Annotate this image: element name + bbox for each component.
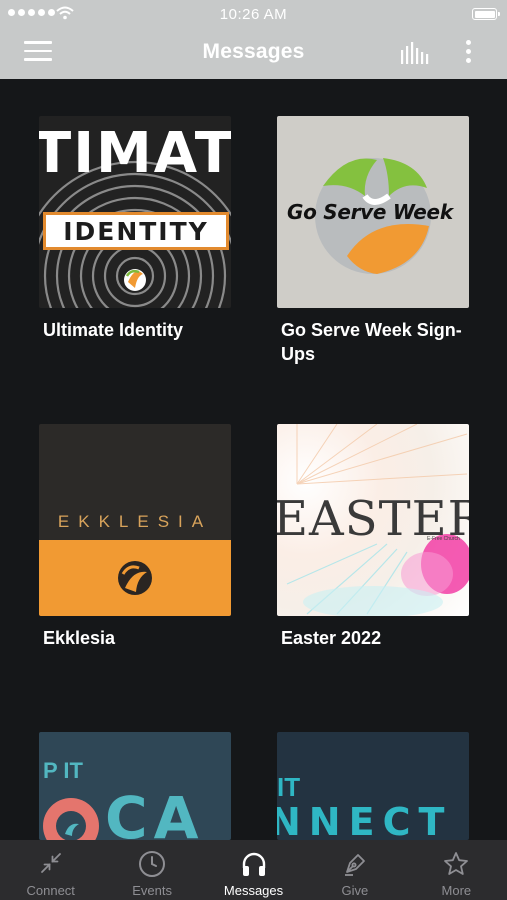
status-bar: 10:26 AM (0, 0, 507, 28)
message-artwork: EASTER E-Free Church (277, 424, 469, 616)
message-artwork: EKKLESIA (39, 424, 231, 616)
message-title: Ekklesia (43, 628, 116, 648)
church-logo-icon (43, 798, 99, 840)
message-artwork: P IT CA (39, 732, 231, 840)
message-title: Go Serve Week Sign-Ups (281, 320, 462, 364)
tab-label: Messages (223, 883, 284, 898)
artwork-band: IDENTITY (43, 212, 229, 250)
artwork-title: NNECT (277, 800, 453, 840)
artwork-title: Go Serve Week (287, 200, 453, 224)
page-title: Messages (202, 40, 305, 63)
tab-label: Give (341, 883, 369, 898)
tab-bar: Connect Events Messages Give More (0, 840, 507, 900)
message-artwork: IT NNECT (277, 732, 469, 840)
star-icon (444, 852, 469, 875)
church-logo-icon (118, 561, 152, 595)
message-title: Easter 2022 (281, 628, 382, 648)
tab-more[interactable]: More (406, 840, 507, 900)
message-artwork: Go Serve Week (277, 116, 469, 308)
status-time: 10:26 AM (219, 6, 288, 23)
tab-label: Events (132, 883, 172, 898)
clock-icon (139, 851, 166, 877)
battery-icon (472, 8, 500, 20)
artwork-caption: P IT (43, 758, 83, 783)
artwork-caption: IT (277, 772, 301, 802)
tab-label: Connect (26, 883, 75, 898)
tab-connect[interactable]: Connect (0, 840, 101, 900)
tab-label: More (441, 883, 472, 898)
arrows-in-icon (40, 853, 61, 873)
artwork-title: TIMAT (39, 121, 231, 186)
more-options-button[interactable] (458, 38, 478, 66)
navigation-bar: 10:26 AM Messages (0, 0, 507, 79)
tab-give[interactable]: Give (304, 840, 405, 900)
tab-events[interactable]: Events (101, 840, 202, 900)
artwork-title: CA (105, 784, 205, 840)
audio-bars-icon[interactable] (400, 40, 430, 64)
headphones-icon (242, 852, 265, 876)
pen-icon (344, 854, 365, 876)
artwork-title: EKKLESIA (57, 512, 213, 531)
message-artwork: TIMAT IDENTITY (39, 116, 231, 308)
tab-messages[interactable]: Messages (203, 840, 304, 900)
artwork-caption: E-Free Church (427, 536, 460, 542)
message-title: Ultimate Identity (43, 320, 184, 340)
